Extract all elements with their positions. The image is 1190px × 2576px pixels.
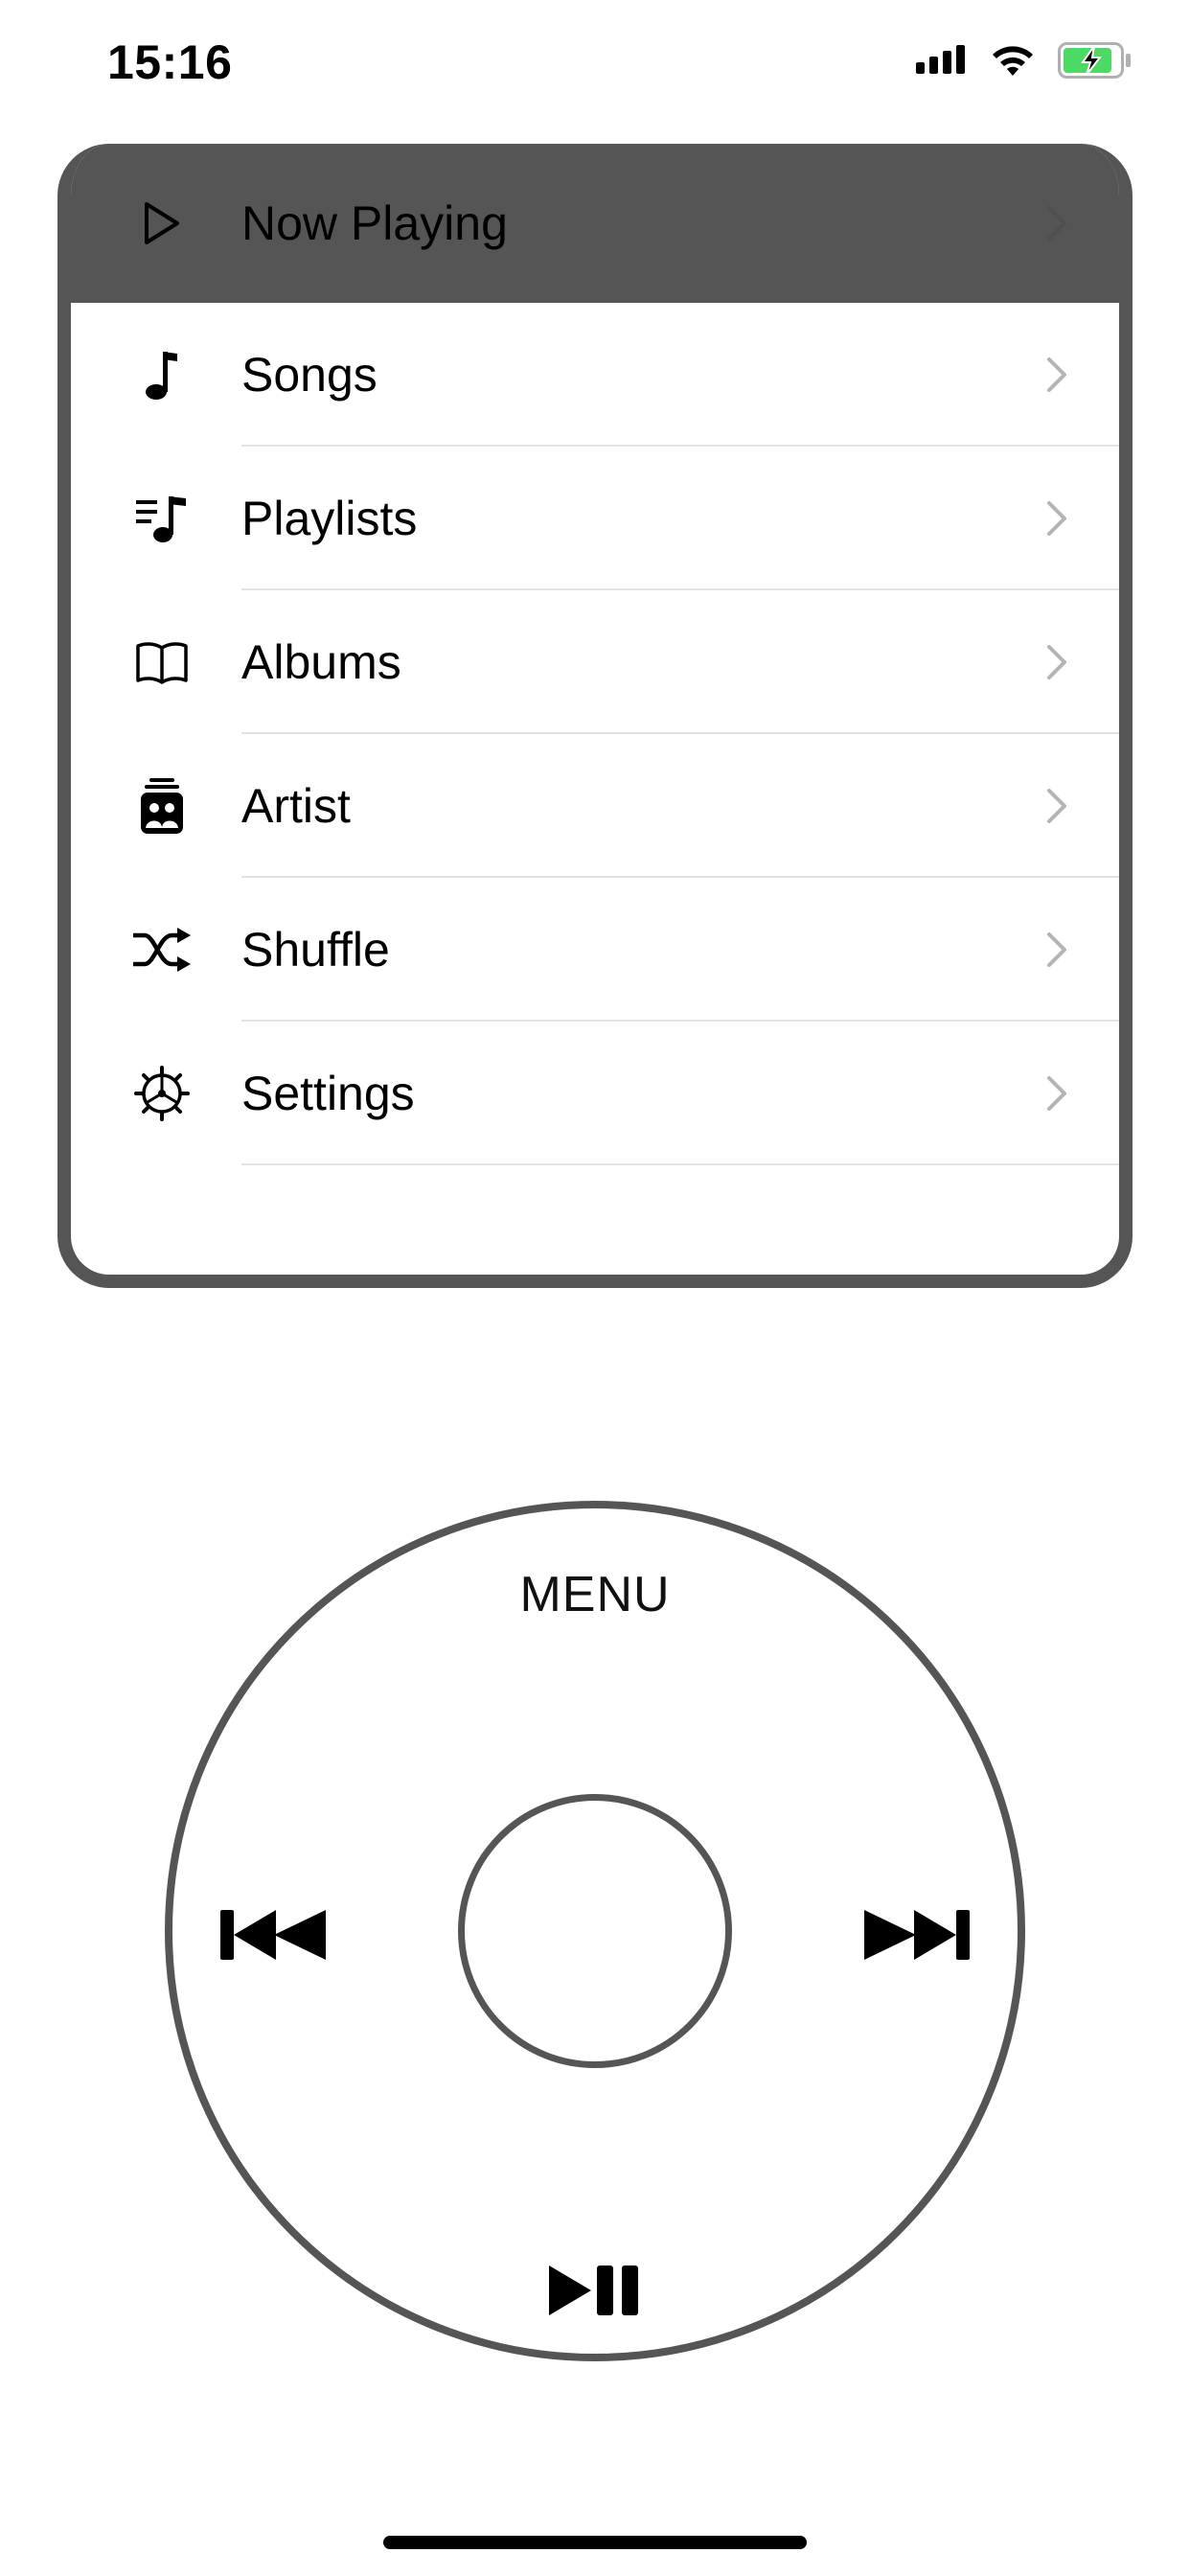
chevron-right-icon [1042, 199, 1071, 247]
menu-item-label: Albums [241, 635, 401, 689]
status-icons [916, 42, 1133, 83]
select-button[interactable] [458, 1794, 732, 2068]
shuffle-icon [130, 918, 194, 981]
gear-icon [130, 1062, 194, 1125]
next-icon[interactable] [860, 1906, 972, 1964]
battery-charging-icon [1058, 42, 1133, 83]
menu-item-label: Songs [241, 348, 378, 402]
menu-item-artist[interactable]: Artist [71, 734, 1119, 878]
menu-item-songs[interactable]: Songs [71, 303, 1119, 447]
row-divider [241, 1163, 1119, 1165]
home-indicator[interactable] [383, 2536, 807, 2549]
chevron-right-icon [1042, 926, 1071, 974]
artist-icon [130, 774, 194, 838]
menu-item-label: Playlists [241, 492, 418, 545]
menu-item-label: Settings [241, 1067, 415, 1120]
status-time: 15:16 [107, 35, 233, 89]
menu-item-playlists[interactable]: Playlists [71, 447, 1119, 590]
menu-item-settings[interactable]: Settings [71, 1022, 1119, 1165]
play-pause-icon[interactable] [545, 2262, 645, 2319]
chevron-right-icon [1042, 1070, 1071, 1117]
menu-item-shuffle[interactable]: Shuffle [71, 878, 1119, 1022]
click-wheel[interactable]: MENU [165, 1501, 1025, 2361]
status-bar: 15:16 [0, 0, 1190, 134]
menu-button[interactable]: MENU [172, 1566, 1018, 1623]
cellular-signal-icon [916, 45, 968, 80]
chevron-right-icon [1042, 638, 1071, 686]
chevron-right-icon [1042, 494, 1071, 542]
menu-item-label: Now Playing [241, 196, 508, 250]
music-note-icon [130, 343, 194, 406]
menu-item-albums[interactable]: Albums [71, 590, 1119, 734]
chevron-right-icon [1042, 782, 1071, 830]
menu-item-label: Shuffle [241, 923, 390, 977]
playlist-icon [130, 487, 194, 550]
menu-screen: Now Playing Songs Playlists Albums Artis… [57, 144, 1133, 1288]
menu-item-now-playing[interactable]: Now Playing [71, 144, 1119, 303]
book-icon [130, 631, 194, 694]
menu-item-label: Artist [241, 779, 351, 833]
play-icon [130, 192, 194, 255]
chevron-right-icon [1042, 351, 1071, 399]
previous-icon[interactable] [218, 1906, 330, 1964]
wifi-icon [989, 43, 1037, 82]
